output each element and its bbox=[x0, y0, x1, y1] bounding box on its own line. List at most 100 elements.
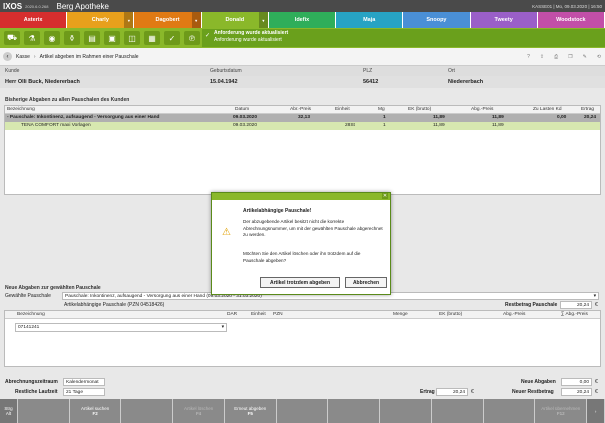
ertrag-amount: 20,24 bbox=[452, 389, 465, 395]
check-icon[interactable]: ✓ bbox=[164, 31, 180, 45]
user-tab-tweety[interactable]: Tweety bbox=[470, 12, 538, 28]
chevron-down-icon[interactable]: ▾ bbox=[124, 12, 134, 28]
neu-title: Neue Abgaben zur gewählten Pauschale bbox=[5, 285, 101, 291]
dialog-title: Artikelabhängige Pauschale! bbox=[243, 208, 312, 214]
user-tab-maja[interactable]: Maja bbox=[336, 12, 404, 28]
th-abg: Abg.-Preis bbox=[471, 107, 494, 112]
th-pzn: PZN bbox=[273, 312, 283, 317]
pills-icon[interactable]: ◉ bbox=[44, 31, 60, 45]
user-tab-label: Asterix bbox=[23, 17, 43, 23]
breadcrumb-root[interactable]: Kasse bbox=[16, 54, 30, 60]
th-mg: Mg bbox=[378, 107, 385, 112]
table-row[interactable]: - Pauschale: Inkontinenz, aufsaugend - V… bbox=[5, 114, 600, 122]
item-mg: 1 bbox=[383, 123, 386, 128]
abr-value: Kalendermonat bbox=[63, 378, 105, 386]
article-search-input[interactable]: 07141241 ▾ bbox=[15, 323, 227, 332]
f2-button[interactable]: Artikel suchen F2 bbox=[69, 399, 122, 423]
col-kunde: Kunde bbox=[5, 68, 20, 74]
col-plz: PLZ bbox=[363, 68, 373, 74]
user-tab-idefix[interactable]: Idefix bbox=[268, 12, 337, 28]
customer-ort: Niedererbach bbox=[448, 79, 484, 85]
rest-value: 21 Tage bbox=[63, 388, 105, 396]
row-bez: - Pauschale: Inkontinenz, aufsaugend - V… bbox=[7, 115, 160, 120]
user-tab-label: Maja bbox=[363, 17, 376, 23]
th-sum: ∑ Abg.-Preis bbox=[561, 312, 588, 317]
neue-amount: 0,00 bbox=[579, 379, 589, 385]
register-icon[interactable]: ▣ bbox=[104, 31, 120, 45]
breadcrumb-page: Artikel abgeben im Rahmen einer Pauschal… bbox=[39, 53, 139, 60]
user-tab-woodstock[interactable]: Woodstock bbox=[537, 12, 605, 28]
user-tab-label: Woodstock bbox=[556, 17, 586, 23]
customer-plz: 56412 bbox=[363, 79, 379, 85]
f4-button[interactable]: Artikel löschen F4 bbox=[173, 399, 225, 423]
f5-button[interactable]: Erneut abgeben F5 bbox=[224, 399, 277, 423]
f3-button[interactable] bbox=[121, 399, 174, 423]
currency-label: € bbox=[595, 389, 598, 395]
item-datum: 09.03.2020 bbox=[233, 123, 258, 128]
dialog-titlebar: ✕ bbox=[212, 193, 390, 200]
print-icon[interactable]: ⎙ bbox=[554, 54, 558, 60]
neue-value: 0,00 bbox=[561, 378, 592, 386]
calc-icon[interactable]: ▦ bbox=[144, 31, 160, 45]
function-key-bar: Strg Alt Artikel suchen F2 Artikel lösch… bbox=[0, 399, 605, 423]
notice-line-1: Anforderung wurde aktualisiert bbox=[214, 30, 289, 36]
chevron-down-icon[interactable]: ▾ bbox=[191, 12, 201, 28]
item-bez: TENA COMFORT maxi Vorlagen bbox=[21, 123, 91, 128]
f12-button[interactable]: Artikel übernehmen F12 bbox=[535, 399, 588, 423]
box-icon[interactable]: ◫ bbox=[124, 31, 140, 45]
customer-row[interactable]: Herr Olli Buck, Niedererbach 15.04.1942 … bbox=[0, 76, 605, 88]
chevron-down-icon[interactable]: ▾ bbox=[258, 12, 268, 28]
f10-button[interactable] bbox=[483, 399, 536, 423]
f1-button[interactable] bbox=[18, 399, 70, 423]
close-icon[interactable]: ✕ bbox=[382, 193, 388, 199]
doc-icon[interactable]: ▤ bbox=[84, 31, 100, 45]
past-table: Bezeichnung Datum Abr.-Preis Einheit Mg … bbox=[4, 105, 601, 195]
cancel-button[interactable]: Abbrechen bbox=[345, 277, 387, 288]
dialog-message-1: Der abzugebende Artikel besitzt nicht di… bbox=[243, 219, 383, 237]
restbetrag-value: 20,24 bbox=[560, 301, 592, 309]
customer-header: Kunde Geburtsdatum PLZ Ort bbox=[0, 66, 605, 76]
customer-birthdate: 15.04.1942 bbox=[210, 79, 238, 85]
col-ort: Ort bbox=[448, 68, 455, 74]
scroll-right-button[interactable]: › bbox=[587, 399, 605, 423]
help-icon[interactable]: ? bbox=[527, 54, 530, 60]
breadcrumb-separator: › bbox=[33, 53, 36, 60]
f8-button[interactable] bbox=[380, 399, 432, 423]
f7-button[interactable] bbox=[328, 399, 381, 423]
rest-label: Restliche Laufzeit bbox=[15, 389, 58, 395]
user-tab-dagobert[interactable]: Dagobert ▾ bbox=[134, 12, 202, 28]
user-tab-donald[interactable]: Donald ▾ bbox=[201, 12, 269, 28]
user-tab-asterix[interactable]: Asterix bbox=[0, 12, 68, 28]
row-abr: 32,13 bbox=[298, 115, 311, 120]
pharmacy-icon[interactable]: ℗ bbox=[184, 31, 200, 45]
th-bez: Bezeichnung bbox=[17, 312, 45, 317]
row-mg: 1 bbox=[383, 115, 386, 120]
cart-icon[interactable]: ⛟ bbox=[4, 31, 20, 45]
row-abg: 11,89 bbox=[492, 115, 504, 120]
f9-button[interactable] bbox=[431, 399, 484, 423]
restbetrag-amount: 20,24 bbox=[576, 302, 589, 308]
upload-icon[interactable]: ⇪ bbox=[540, 54, 544, 60]
back-icon[interactable]: ‹ bbox=[3, 52, 12, 61]
abr-label: Abrechnungszeitraum bbox=[5, 379, 58, 385]
sync-icon[interactable]: ⟲ bbox=[597, 54, 601, 60]
bottle-icon[interactable]: ⚱ bbox=[64, 31, 80, 45]
user-tab-charly[interactable]: Charly ▾ bbox=[67, 12, 135, 28]
th-einheit: Einheit bbox=[251, 312, 266, 317]
f5-key: F5 bbox=[247, 411, 253, 416]
basket-icon[interactable]: ⚗ bbox=[24, 31, 40, 45]
user-tab-snoopy[interactable]: Snoopy bbox=[403, 12, 471, 28]
th-bez: Bezeichnung bbox=[7, 107, 35, 112]
past-title: Bisherige Abgaben zu allen Pauschalen de… bbox=[5, 97, 130, 103]
item-ek: 11,89 bbox=[433, 123, 445, 128]
col-geburtsdatum: Geburtsdatum bbox=[210, 68, 242, 74]
currency-label: € bbox=[471, 389, 474, 395]
th-ek: EK (brutto) bbox=[439, 312, 463, 317]
table-row[interactable]: TENA COMFORT maxi Vorlagen 09.03.2020 28… bbox=[5, 122, 600, 130]
chevron-down-icon: ▾ bbox=[221, 325, 224, 330]
f6-button[interactable] bbox=[276, 399, 329, 423]
copy-icon[interactable]: ❐ bbox=[568, 54, 572, 60]
item-einheit: 28St bbox=[345, 123, 355, 128]
confirm-button[interactable]: Artikel trotzdem abgeben bbox=[260, 277, 340, 288]
note-icon[interactable]: ✎ bbox=[583, 54, 587, 60]
